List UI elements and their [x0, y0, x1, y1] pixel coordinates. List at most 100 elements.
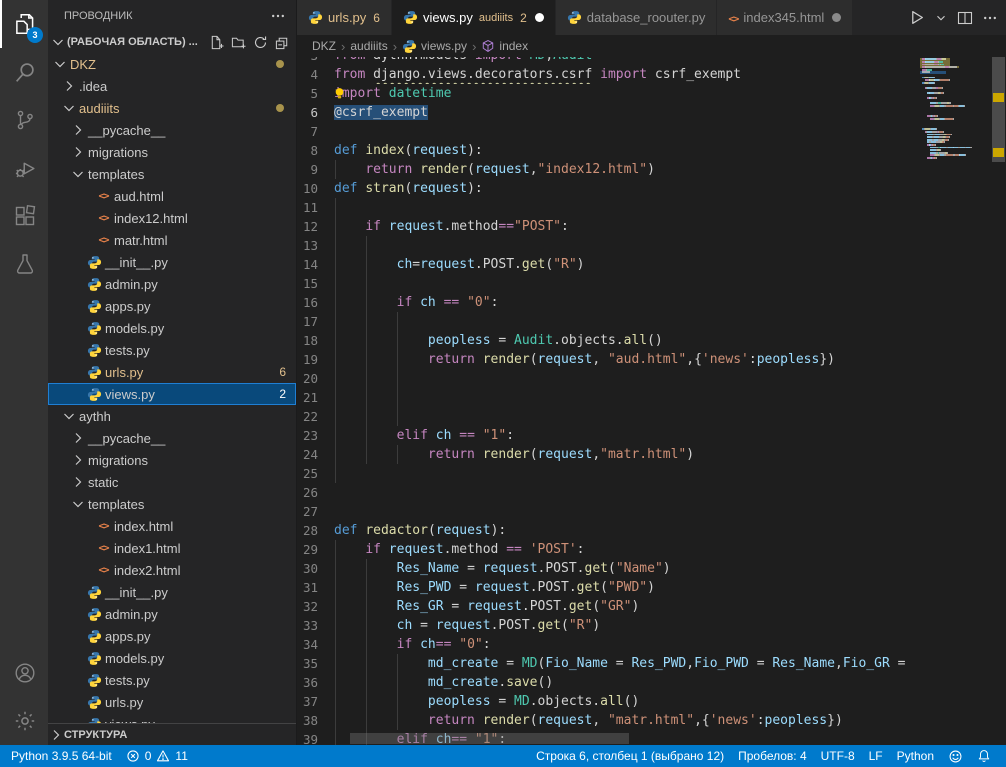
- run-button[interactable]: [908, 9, 925, 26]
- code-line[interactable]: 9 return render(request,"index12.html"): [297, 160, 920, 179]
- code-editor[interactable]: 3from aythh.models import MD,Audit4from …: [297, 57, 1006, 745]
- new-folder-icon[interactable]: [231, 35, 246, 50]
- tree-item-audiiits[interactable]: audiiits: [48, 97, 296, 119]
- tree-item-index1.html[interactable]: <>index1.html: [48, 537, 296, 559]
- code-line[interactable]: 25: [297, 464, 920, 483]
- code-line[interactable]: 27: [297, 502, 920, 521]
- tree-item-index12.html[interactable]: <>index12.html: [48, 207, 296, 229]
- code-line[interactable]: 12 if request.method=="POST":: [297, 217, 920, 236]
- code-line[interactable]: 11: [297, 198, 920, 217]
- tree-item-admin.py[interactable]: admin.py: [48, 273, 296, 295]
- tree-item-views.py[interactable]: views.py2: [48, 383, 296, 405]
- code-line[interactable]: 28def redactor(request):: [297, 521, 920, 540]
- refresh-icon[interactable]: [253, 35, 268, 50]
- tree-item-apps.py[interactable]: apps.py: [48, 625, 296, 647]
- tree-item-DKZ[interactable]: DKZ: [48, 53, 296, 75]
- tree-item-admin.py[interactable]: admin.py: [48, 603, 296, 625]
- status-interpreter[interactable]: Python 3.9.5 64-bit: [4, 745, 119, 767]
- status-language-mode[interactable]: Python: [890, 745, 941, 767]
- code-line[interactable]: 30 Res_Name = request.POST.get("Name"): [297, 559, 920, 578]
- code-line[interactable]: 18 peopless = Audit.objects.all(): [297, 331, 920, 350]
- code-line[interactable]: 35 md_create = MD(Fio_Name = Res_PWD,Fio…: [297, 654, 920, 673]
- activity-search-button[interactable]: [0, 48, 48, 96]
- status-encoding[interactable]: UTF-8: [814, 745, 862, 767]
- status-cursor-position[interactable]: Строка 6, столбец 1 (выбрано 12): [529, 745, 731, 767]
- more-actions-button[interactable]: [982, 10, 998, 26]
- horizontal-scrollbar-thumb[interactable]: [350, 733, 629, 744]
- tree-item-models.py[interactable]: models.py: [48, 317, 296, 339]
- tree-item-aud.html[interactable]: <>aud.html: [48, 185, 296, 207]
- code-line[interactable]: 10def stran(request):: [297, 179, 920, 198]
- run-dropdown-button[interactable]: [934, 11, 948, 25]
- activity-source-control-button[interactable]: [0, 96, 48, 144]
- tree-item-urls.py[interactable]: urls.py: [48, 691, 296, 713]
- tree-item-templates[interactable]: templates: [48, 493, 296, 515]
- vertical-scrollbar-thumb[interactable]: [992, 57, 1005, 162]
- tree-item-__init__.py[interactable]: __init__.py: [48, 251, 296, 273]
- tree-item-static[interactable]: static: [48, 471, 296, 493]
- tree-item-urls.py[interactable]: urls.py6: [48, 361, 296, 383]
- tree-item-__pycache__[interactable]: __pycache__: [48, 427, 296, 449]
- code-line[interactable]: 15: [297, 274, 920, 293]
- code-line[interactable]: 8def index(request):: [297, 141, 920, 160]
- code-line[interactable]: 21: [297, 388, 920, 407]
- code-line[interactable]: 31 Res_PWD = request.POST.get("PWD"): [297, 578, 920, 597]
- activity-run-debug-button[interactable]: [0, 144, 48, 192]
- activity-account-button[interactable]: [0, 649, 48, 697]
- outline-section-header[interactable]: СТРУКТУРА: [48, 723, 296, 745]
- code-line[interactable]: 33 ch = request.POST.get("R"): [297, 616, 920, 635]
- activity-explorer-button[interactable]: 3: [0, 0, 48, 48]
- code-line[interactable]: 32 Res_GR = request.POST.get("GR"): [297, 597, 920, 616]
- breadcrumb-item-audiiits[interactable]: audiiits: [350, 39, 387, 53]
- new-file-icon[interactable]: [209, 35, 224, 50]
- code-line[interactable]: 34 if ch== "0":: [297, 635, 920, 654]
- tree-item-index.html[interactable]: <>index.html: [48, 515, 296, 537]
- tree-item-tests.py[interactable]: tests.py: [48, 669, 296, 691]
- code-line[interactable]: 24 return render(request,"matr.html"): [297, 445, 920, 464]
- code-line[interactable]: 16 if ch == "0":: [297, 293, 920, 312]
- activity-testing-button[interactable]: [0, 240, 48, 288]
- tree-item-index2.html[interactable]: <>index2.html: [48, 559, 296, 581]
- tree-item-migrations[interactable]: migrations: [48, 449, 296, 471]
- tree-item-templates[interactable]: templates: [48, 163, 296, 185]
- code-line[interactable]: 4from django.views.decorators.csrf impor…: [297, 65, 920, 84]
- status-eol[interactable]: LF: [862, 745, 890, 767]
- code-line[interactable]: 26: [297, 483, 920, 502]
- status-notifications[interactable]: [970, 745, 998, 767]
- tree-item-aythh[interactable]: aythh: [48, 405, 296, 427]
- code-line[interactable]: 38 return render(request, "matr.html",{'…: [297, 711, 920, 730]
- tree-item-.idea[interactable]: .idea: [48, 75, 296, 97]
- breadcrumb-item-DKZ[interactable]: DKZ: [312, 39, 336, 53]
- tab-urls.py[interactable]: urls.py6: [297, 0, 392, 35]
- code-line[interactable]: 14 ch=request.POST.get("R"): [297, 255, 920, 274]
- code-line[interactable]: 5import datetime: [297, 84, 920, 103]
- tab-index345.html[interactable]: <>index345.html: [717, 0, 853, 35]
- tab-database_roouter.py[interactable]: database_roouter.py: [556, 0, 718, 35]
- code-line[interactable]: 6@csrf_exempt: [297, 103, 920, 122]
- code-line[interactable]: 29 if request.method == 'POST':: [297, 540, 920, 559]
- tree-item-__pycache__[interactable]: __pycache__: [48, 119, 296, 141]
- tree-item-apps.py[interactable]: apps.py: [48, 295, 296, 317]
- code-line[interactable]: 17: [297, 312, 920, 331]
- code-line[interactable]: 37 peopless = MD.objects.all(): [297, 692, 920, 711]
- code-line[interactable]: 36 md_create.save(): [297, 673, 920, 692]
- tree-item-views.py[interactable]: views.py: [48, 713, 296, 723]
- tab-views.py[interactable]: views.pyaudiiits2: [392, 0, 556, 35]
- tree-item-matr.html[interactable]: <>matr.html: [48, 229, 296, 251]
- split-editor-button[interactable]: [957, 10, 973, 26]
- status-feedback[interactable]: [941, 745, 970, 767]
- tree-item-migrations[interactable]: migrations: [48, 141, 296, 163]
- tree-item-models.py[interactable]: models.py: [48, 647, 296, 669]
- collapse-all-icon[interactable]: [275, 35, 290, 50]
- tree-item-__init__.py[interactable]: __init__.py: [48, 581, 296, 603]
- status-indentation[interactable]: Пробелов: 4: [731, 745, 814, 767]
- breadcrumb-item-views.py[interactable]: views.py: [402, 39, 467, 54]
- breadcrumb-item-index[interactable]: index: [481, 39, 528, 53]
- code-line[interactable]: 20: [297, 369, 920, 388]
- tree-item-tests.py[interactable]: tests.py: [48, 339, 296, 361]
- activity-settings-button[interactable]: [0, 697, 48, 745]
- code-line[interactable]: 7: [297, 122, 920, 141]
- workspace-section-header[interactable]: (РАБОЧАЯ ОБЛАСТЬ) ...: [48, 31, 296, 53]
- activity-extensions-button[interactable]: [0, 192, 48, 240]
- code-line[interactable]: 23 elif ch == "1":: [297, 426, 920, 445]
